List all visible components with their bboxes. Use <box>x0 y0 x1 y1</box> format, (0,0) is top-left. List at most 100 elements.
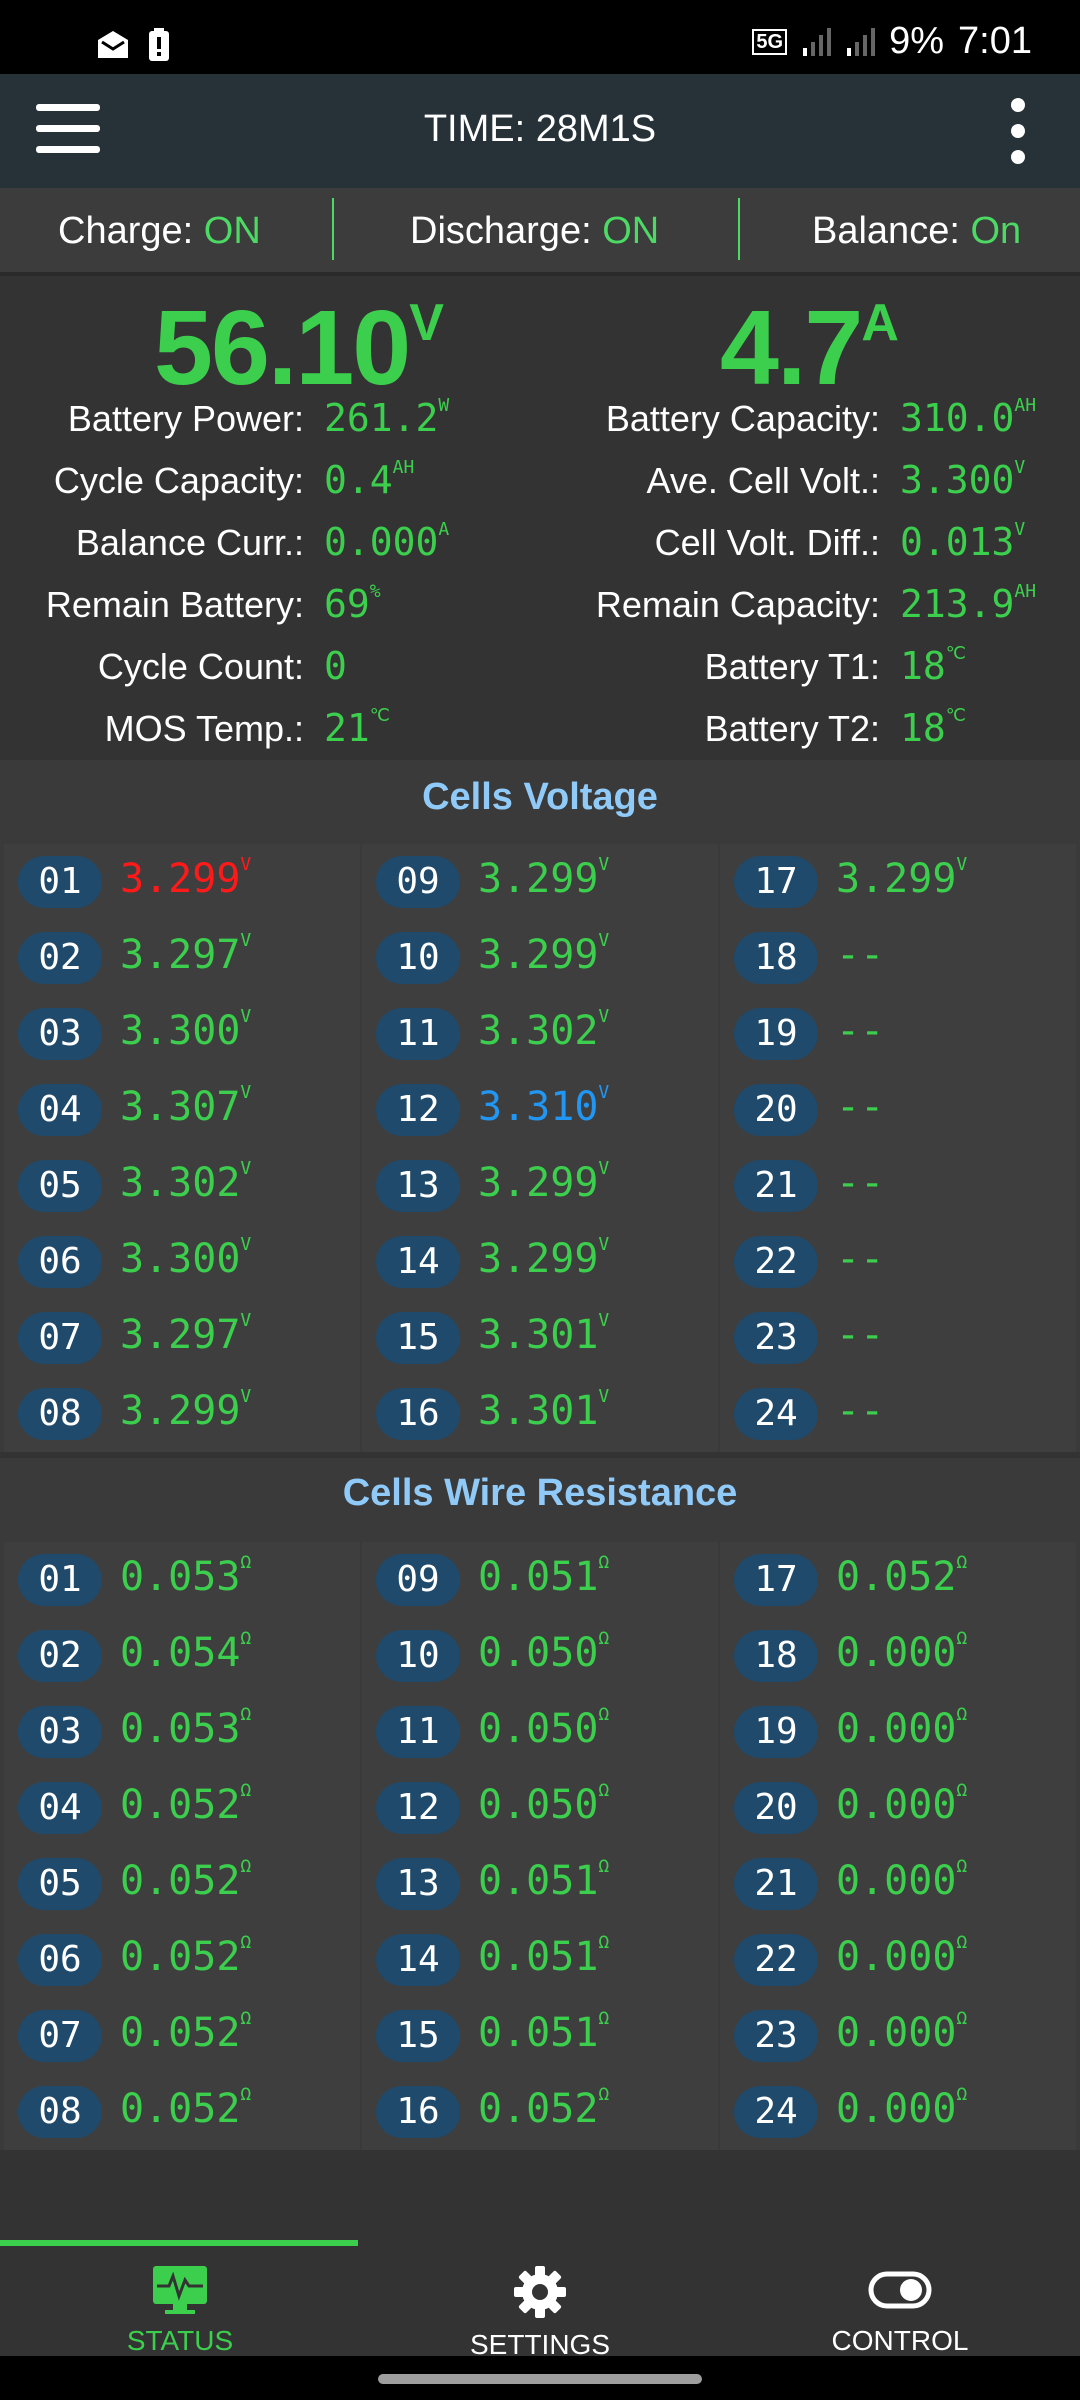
gear-icon <box>514 2266 566 2318</box>
cells-resistance-title: Cells Wire Resistance <box>342 1472 738 1514</box>
balance-label: Balance: <box>812 210 960 252</box>
home-indicator[interactable] <box>378 2374 702 2384</box>
app-bar: TIME: 28M1S <box>0 74 1080 188</box>
cell-number-badge: 23 <box>734 1312 818 1364</box>
cell-voltage-item: 05 3.302V <box>4 1148 360 1226</box>
cell-voltage-item: 04 3.307V <box>4 1072 360 1150</box>
cell-voltage-item: 03 3.300V <box>4 996 360 1074</box>
cell-resistance-item: 21 0.000Ω <box>720 1846 1076 1924</box>
cell-value-text: -- <box>836 932 885 978</box>
cell-unit: V <box>598 1309 610 1331</box>
cell-unit: V <box>240 1233 252 1255</box>
cell-value-text: 3.302 <box>120 1160 241 1206</box>
cell-voltage-item: 21 -- <box>720 1148 1076 1226</box>
cell-value-text: 0.052 <box>120 1934 241 1980</box>
cell-value: -- <box>836 932 884 978</box>
cell-unit: Ω <box>956 1551 968 1573</box>
cell-number-badge: 09 <box>376 856 460 908</box>
cell-unit: V <box>240 853 252 875</box>
stat-unit: AH <box>1014 581 1037 603</box>
total-current: 4.7A <box>720 288 899 409</box>
cell-value-text: 0.000 <box>836 1630 957 1676</box>
cell-number-badge: 22 <box>734 1236 818 1288</box>
cell-number-badge: 19 <box>734 1008 818 1060</box>
stat-unit: V <box>1014 519 1026 541</box>
cell-unit: Ω <box>598 1703 610 1725</box>
stat-unit: ℃ <box>945 705 966 727</box>
cell-number-badge: 14 <box>376 1934 460 1986</box>
cell-number-badge: 24 <box>734 1388 818 1440</box>
cell-value-text: 0.052 <box>120 1858 241 1904</box>
cell-resistance-item: 11 0.050Ω <box>362 1694 718 1772</box>
cell-number-badge: 16 <box>376 1388 460 1440</box>
cell-number-badge: 02 <box>18 932 102 984</box>
overflow-menu-icon[interactable] <box>1006 98 1030 164</box>
right-stat-5: Battery T2: <box>0 708 880 764</box>
stat-value: 213.9 <box>900 582 1015 626</box>
cell-number-badge: 05 <box>18 1858 102 1910</box>
stat-unit: AH <box>1014 395 1037 417</box>
cell-voltage-item: 17 3.299V <box>720 844 1076 922</box>
right-stat-value-2: 0.013V <box>900 519 1026 564</box>
cell-value: 3.299V <box>478 1158 609 1206</box>
cell-value: 0.053Ω <box>120 1704 251 1752</box>
cell-voltage-item: 08 3.299V <box>4 1376 360 1454</box>
cell-number-badge: 05 <box>18 1160 102 1212</box>
cell-value: 3.302V <box>478 1006 609 1054</box>
right-stat-0: Battery Capacity: <box>0 398 880 454</box>
cell-unit: Ω <box>240 1855 252 1877</box>
cell-number-badge: 24 <box>734 2086 818 2138</box>
cell-unit: Ω <box>956 1703 968 1725</box>
cell-value: 0.050Ω <box>478 1628 609 1676</box>
cell-voltage-item: 20 -- <box>720 1072 1076 1150</box>
toggle-icon <box>868 2271 932 2309</box>
battery-alert-icon <box>149 28 169 61</box>
cell-unit: V <box>598 1081 610 1103</box>
cell-value: 0.051Ω <box>478 1932 609 1980</box>
nav-control[interactable]: CONTROL <box>720 2264 1080 2357</box>
nav-status-label: STATUS <box>126 2325 234 2356</box>
cell-resistance-item: 24 0.000Ω <box>720 2074 1076 2152</box>
cell-unit: V <box>598 1385 610 1407</box>
cell-value: 0.052Ω <box>120 1855 252 1904</box>
cell-value-text: 0.052 <box>836 1554 957 1600</box>
cell-value: -- <box>836 1312 884 1358</box>
cell-value-text: 0.000 <box>836 1934 957 1980</box>
cell-value: 3.297V <box>120 930 251 978</box>
cell-number-badge: 15 <box>376 1312 460 1364</box>
balance-status: Balance: On <box>812 210 1021 253</box>
cell-unit: V <box>240 1157 252 1179</box>
cell-number-badge: 15 <box>376 2010 460 2062</box>
nav-settings[interactable]: SETTINGS <box>360 2264 720 2361</box>
cell-unit: V <box>240 1309 252 1331</box>
cell-value: 0.000Ω <box>836 1703 968 1752</box>
cell-value-text: 3.299 <box>120 856 241 902</box>
cell-voltage-item: 24 -- <box>720 1376 1076 1454</box>
right-stat-value-5: 18℃ <box>900 705 966 750</box>
stat-label: Cell Volt. Diff.: <box>654 522 880 563</box>
cell-resistance-item: 10 0.050Ω <box>362 1618 718 1696</box>
nav-status[interactable]: STATUS <box>0 2264 360 2357</box>
cell-value: 0.052Ω <box>836 1551 968 1600</box>
charge-value: ON <box>203 210 261 252</box>
cell-value: 0.054Ω <box>120 1628 251 1676</box>
stat-value: 0.013 <box>900 520 1015 564</box>
cell-value: 0.052Ω <box>120 2008 251 2056</box>
cell-number-badge: 19 <box>734 1706 818 1758</box>
cell-value-text: 0.052 <box>478 2086 599 2132</box>
cell-resistance-item: 07 0.052Ω <box>4 1998 360 2076</box>
cell-unit: Ω <box>956 1931 968 1953</box>
cells-voltage-title: Cells Voltage <box>422 776 658 818</box>
cell-value: 3.299V <box>120 853 252 902</box>
cell-value: 3.302V <box>120 1157 252 1206</box>
stat-label: Ave. Cell Volt.: <box>646 460 880 501</box>
charge-label: Charge: <box>58 210 194 252</box>
cell-value: -- <box>836 1236 884 1282</box>
right-stat-value-3: 213.9AH <box>900 581 1037 626</box>
cell-unit: Ω <box>240 1551 252 1573</box>
cell-voltage-item: 06 3.300V <box>4 1224 360 1302</box>
cell-resistance-item: 06 0.052Ω <box>4 1922 360 2000</box>
right-stat-value-1: 3.300V <box>900 457 1025 502</box>
cell-value-text: 0.053 <box>120 1554 241 1600</box>
right-stat-1: Ave. Cell Volt.: <box>0 460 880 516</box>
